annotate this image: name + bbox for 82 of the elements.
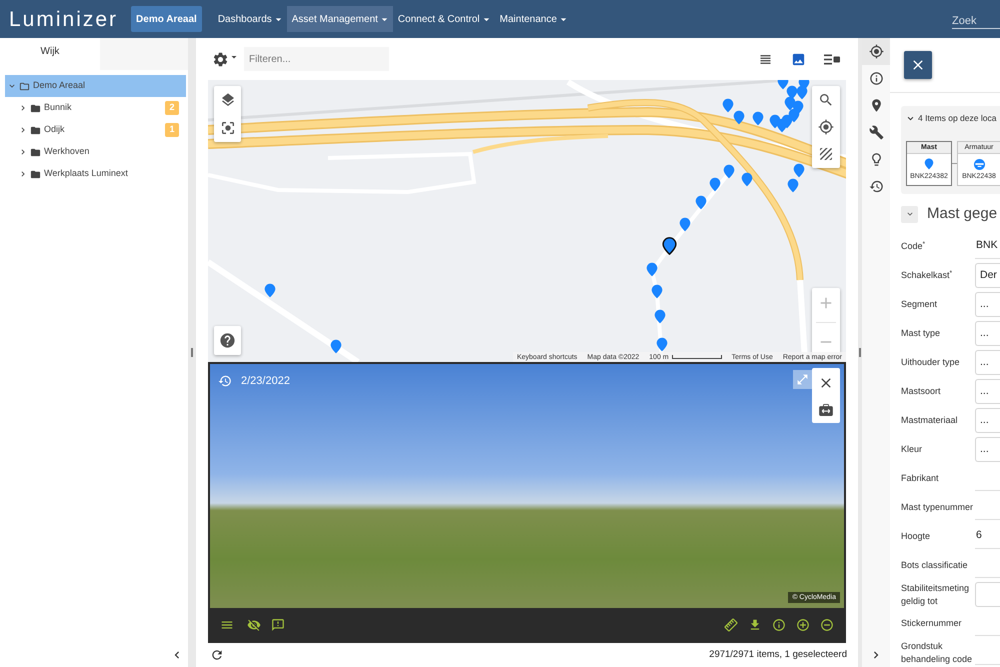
menu-item[interactable]: Asset Management xyxy=(286,6,393,32)
field-label: Grondstuk behandeling code xyxy=(901,640,974,666)
map-pin-icon xyxy=(924,158,934,170)
expand-icon xyxy=(796,373,809,386)
menu-item[interactable]: Dashboards xyxy=(212,6,287,32)
target-icon xyxy=(868,44,884,59)
menu-item[interactable]: Connect & Control xyxy=(392,6,495,32)
list-detail-view-icon[interactable] xyxy=(824,54,840,64)
help-icon xyxy=(219,332,236,349)
tree-item[interactable]: Odijk 1 xyxy=(16,119,186,141)
zoom-out-icon[interactable] xyxy=(820,618,834,632)
side-tab[interactable] xyxy=(862,38,890,65)
field-label: Mast type xyxy=(901,327,942,340)
focus-icon[interactable] xyxy=(220,120,236,136)
menu-item[interactable]: Maintenance xyxy=(494,6,572,32)
history-icon[interactable] xyxy=(218,374,232,388)
layers-icon[interactable] xyxy=(220,92,236,108)
section-title: Mast gege xyxy=(927,204,998,224)
capture-date: 2/23/2022 xyxy=(241,374,290,389)
tree-item[interactable]: Werkhoven xyxy=(16,141,186,163)
locate-icon[interactable] xyxy=(818,119,834,135)
field-label: Stickernummer xyxy=(901,617,963,630)
lamp-icon xyxy=(974,158,984,170)
hatch-icon[interactable] xyxy=(818,146,834,162)
field-label: Stabiliteitsmeting geldig tot xyxy=(901,582,970,608)
history-icon xyxy=(868,179,884,194)
folder-icon xyxy=(30,146,41,158)
app-logo: Luminizer xyxy=(9,8,118,30)
scale-bar xyxy=(672,355,722,359)
field-label: Schakelkast$^{*}$ xyxy=(901,269,954,282)
field-label: Segment xyxy=(901,298,938,311)
tree-item[interactable]: Werkplaats Luminext xyxy=(16,163,186,185)
filter-field[interactable]: Filteren... xyxy=(244,47,389,71)
feedback-icon[interactable] xyxy=(271,618,285,632)
info-icon xyxy=(868,71,884,86)
area-button[interactable]: Demo Areaal xyxy=(131,6,202,32)
wrench-icon xyxy=(868,125,884,140)
field-label: Bots classificatie xyxy=(901,559,969,572)
input-field[interactable]: 6 xyxy=(975,524,1000,549)
folder-icon xyxy=(30,168,41,180)
zoom-in-icon[interactable] xyxy=(796,618,810,632)
swap-icon[interactable] xyxy=(819,404,833,416)
input-field[interactable]: BNK xyxy=(975,234,1000,259)
field-label: Hoogte xyxy=(901,530,932,543)
count-badge: 1 xyxy=(165,123,179,137)
folder-icon xyxy=(30,124,41,136)
folder-icon xyxy=(19,80,30,92)
field-label: Mast typenummer xyxy=(901,501,974,514)
field-label: Mastsoort xyxy=(901,385,942,398)
image-view-icon[interactable] xyxy=(791,52,806,66)
help-button[interactable] xyxy=(214,326,241,355)
location-title: 4 Items op deze loca xyxy=(918,112,996,125)
select-field[interactable]: ... xyxy=(975,379,1000,404)
tree-item[interactable]: Bunnik 2 xyxy=(16,97,186,119)
info-icon[interactable] xyxy=(772,618,786,632)
refresh-icon[interactable] xyxy=(210,648,224,662)
select-field[interactable]: ... xyxy=(975,350,1000,375)
tab[interactable]: Wijk xyxy=(0,38,100,70)
field-label: Mastmateriaal xyxy=(901,414,959,427)
select-field[interactable]: ... xyxy=(975,408,1000,433)
input-field[interactable] xyxy=(975,582,1000,607)
search-icon[interactable] xyxy=(818,92,834,108)
field-label: Code$^{*}$ xyxy=(901,240,926,253)
select-field[interactable]: Der xyxy=(975,263,1000,288)
field-label: Uithouder type xyxy=(901,356,961,369)
folder-icon xyxy=(30,102,41,114)
gear-icon xyxy=(212,50,229,68)
download-icon[interactable] xyxy=(748,618,762,632)
field-label: Fabrikant xyxy=(901,472,940,485)
select-field[interactable]: ... xyxy=(975,321,1000,346)
collapse-button[interactable] xyxy=(901,206,918,222)
count-badge: 2 xyxy=(165,101,179,115)
select-field[interactable]: ... xyxy=(975,292,1000,317)
close-button[interactable] xyxy=(904,51,932,79)
search-field[interactable]: Zoek xyxy=(952,9,1000,29)
map-pin-icon[interactable] xyxy=(662,237,677,255)
field-label: Kleur xyxy=(901,443,924,456)
tree-item[interactable]: Demo Areaal xyxy=(5,75,186,97)
item-count-text: 2971/2971 items, 1 geselecteerd xyxy=(709,648,847,662)
select-field[interactable]: ... xyxy=(975,437,1000,462)
expand-button[interactable] xyxy=(793,370,812,389)
eye-off-icon[interactable] xyxy=(247,618,261,632)
